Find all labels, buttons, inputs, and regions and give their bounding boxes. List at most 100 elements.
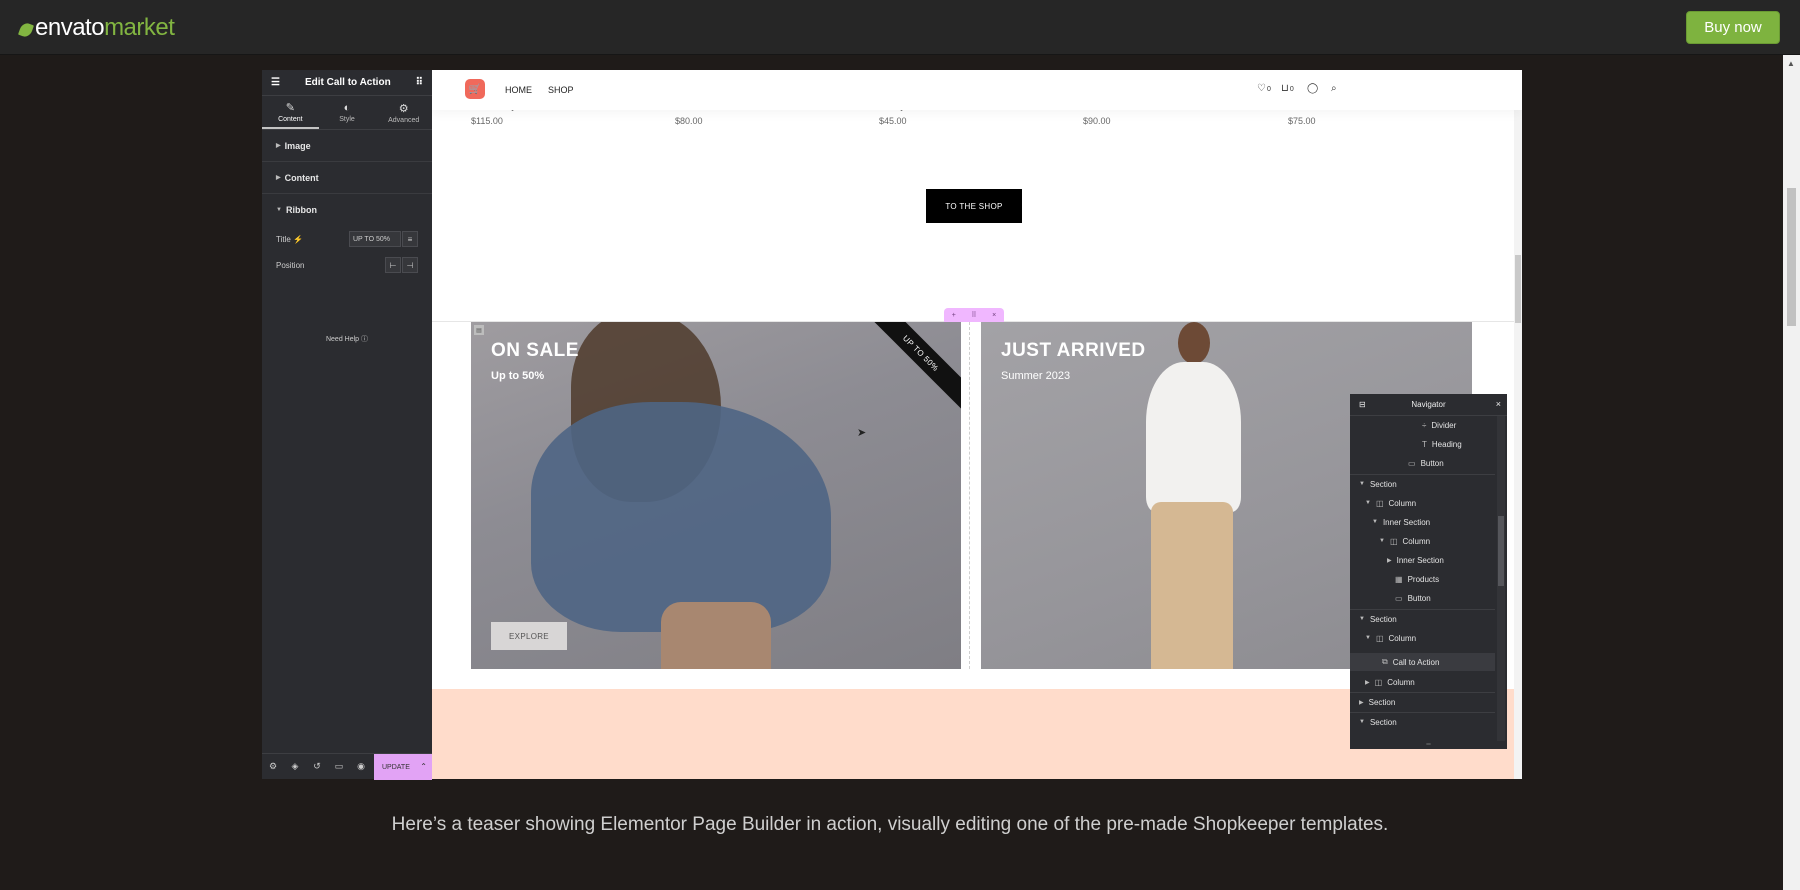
preview-eye-icon[interactable]: ◉ <box>350 761 372 772</box>
nav-item-label: Inner Section <box>1382 517 1431 527</box>
nav-item-section[interactable]: ▼ Section <box>1359 610 1397 628</box>
explore-button[interactable]: EXPLORE <box>491 622 567 650</box>
nav-item-label: Section <box>1369 717 1397 727</box>
scrollbar-thumb[interactable] <box>1787 188 1796 326</box>
button-icon: ▭ <box>1395 593 1403 603</box>
update-label: UPDATE <box>382 763 410 771</box>
nav-item-column[interactable]: ▼ ◫ Column <box>1379 532 1430 550</box>
wishlist-icon[interactable]: ♡0 <box>1257 83 1271 94</box>
scroll-up-icon[interactable]: ▲ <box>1787 59 1795 68</box>
drag-handle-icon[interactable]: ⠿ <box>971 311 976 319</box>
nav-item-button[interactable]: ▭ Button <box>1408 454 1444 472</box>
column-separator <box>969 322 970 669</box>
close-icon[interactable]: × <box>1496 399 1501 409</box>
nav-item-products[interactable]: ▦ Products <box>1395 570 1439 588</box>
site-header: 🛒 HOME SHOP ♡0 ⊔0 ◯ ⌕ <box>432 70 1522 110</box>
preview-scroll-thumb[interactable] <box>1515 255 1521 323</box>
nav-item-column[interactable]: ▼ ◫ Column <box>1365 494 1416 512</box>
resize-handle-icon[interactable]: ═ <box>1350 742 1507 749</box>
tab-content[interactable]: ✎ Content <box>262 96 319 129</box>
product-price: $45.00 <box>879 116 907 126</box>
navigator-scroll-thumb[interactable] <box>1498 516 1504 586</box>
update-button[interactable]: UPDATE ⌃ <box>374 754 432 780</box>
nav-shop[interactable]: SHOP <box>548 85 574 95</box>
nav-item-label: Button <box>1420 458 1444 468</box>
dynamic-db-icon[interactable]: ≡ <box>402 231 418 247</box>
hamburger-icon[interactable]: ☰ <box>271 77 280 88</box>
buy-now-button[interactable]: Buy now <box>1686 11 1780 44</box>
cta-on-sale[interactable]: ▤ ON SALE Up to 50% EXPLORE UP TO 50% <box>471 322 961 669</box>
shop-logo-icon[interactable]: 🛒 <box>465 79 485 99</box>
nav-item-button[interactable]: ▭ Button <box>1395 589 1431 607</box>
tab-advanced[interactable]: ⚙ Advanced <box>375 96 432 129</box>
caret-down-icon[interactable]: ▼ <box>1372 519 1378 525</box>
widgets-grid-icon[interactable]: ⠿ <box>416 77 423 88</box>
pencil-icon: ✎ <box>285 101 295 114</box>
nav-item-divider[interactable]: ÷ Divider <box>1422 416 1456 434</box>
section-content[interactable]: ▶ Content <box>262 162 432 194</box>
preview-scrollbar[interactable] <box>1514 70 1522 779</box>
dynamic-tags-icon[interactable]: ⚡ <box>293 235 303 244</box>
align-right-icon[interactable]: ⊣ <box>402 257 418 273</box>
nav-item-label: Inner Section <box>1396 555 1444 565</box>
tab-style-label: Style <box>339 116 355 123</box>
ribbon-title-input[interactable]: UP TO 50% <box>349 231 401 247</box>
tab-style[interactable]: ◐ Style <box>319 96 376 129</box>
add-icon[interactable]: + <box>952 312 956 319</box>
nav-item-label: Column <box>1388 633 1417 643</box>
nav-item-heading[interactable]: T Heading <box>1422 435 1462 453</box>
nav-item-call-to-action[interactable]: ⧉ Call to Action <box>1382 653 1439 671</box>
navigator-title: Navigator <box>1411 400 1446 409</box>
cta-subtitle: Summer 2023 <box>1001 370 1071 382</box>
collapse-all-icon[interactable]: ⊟ <box>1359 400 1366 409</box>
leaf-icon <box>17 21 35 39</box>
need-help-text: Need Help <box>325 336 360 343</box>
chevron-up-icon[interactable]: ⌃ <box>420 762 427 771</box>
edit-widget-icon[interactable]: ▤ <box>474 325 484 335</box>
caret-down-icon[interactable]: ▼ <box>1359 719 1365 725</box>
ribbon-title-control: Title ⚡ UP TO 50% ≡ <box>262 226 432 252</box>
envato-logo[interactable]: envato market <box>17 14 175 42</box>
to-the-shop-button[interactable]: TO THE SHOP <box>926 189 1022 223</box>
settings-icon[interactable]: ⚙ <box>262 761 284 772</box>
section-ribbon[interactable]: ▼ Ribbon <box>262 194 432 226</box>
navigator-scrollbar[interactable] <box>1497 416 1505 741</box>
close-icon[interactable]: × <box>992 312 996 319</box>
cta-title: ON SALE <box>491 340 579 361</box>
section-handle[interactable]: + ⠿ × <box>944 308 1004 322</box>
caret-down-icon[interactable]: ▼ <box>1365 500 1371 506</box>
nav-item-inner-section[interactable]: ▼ Inner Section <box>1372 513 1430 531</box>
nav-home[interactable]: HOME <box>505 85 532 95</box>
nav-item-inner-section[interactable]: ▶ Inner Section <box>1387 551 1444 569</box>
help-circle-icon: ⓘ <box>361 336 369 343</box>
caret-down-icon[interactable]: ▼ <box>1359 616 1365 622</box>
nav-item-section[interactable]: ▼ Section <box>1359 475 1397 493</box>
account-icon[interactable]: ◯ <box>1307 83 1318 94</box>
search-icon[interactable]: ⌕ <box>1331 83 1337 94</box>
cart-count: 0 <box>1289 86 1294 93</box>
nav-item-column[interactable]: ▶ ◫ Column <box>1365 673 1415 691</box>
caret-right-icon[interactable]: ▶ <box>1359 699 1364 706</box>
nav-item-column[interactable]: ▼ ◫ Column <box>1365 629 1416 647</box>
title-label-text: Title <box>276 234 291 244</box>
responsive-icon[interactable]: ▭ <box>328 761 350 772</box>
need-help-link[interactable]: Need Help ⓘ <box>262 334 432 344</box>
nav-item-section[interactable]: ▼ Section <box>1359 713 1397 731</box>
section-content-label: Content <box>284 172 319 183</box>
section-image[interactable]: ▶ Image <box>262 130 432 162</box>
navigator-header[interactable]: ⊟ Navigator × <box>1350 394 1507 416</box>
caret-down-icon[interactable]: ▼ <box>1359 481 1365 487</box>
button-icon: ▭ <box>1408 458 1416 468</box>
nav-item-label: Section <box>1369 479 1397 489</box>
align-left-icon[interactable]: ⊢ <box>385 257 401 273</box>
cart-icon[interactable]: ⊔0 <box>1281 83 1294 94</box>
history-icon[interactable]: ↺ <box>306 761 328 772</box>
ribbon-position-control: Position ⊢ ⊣ <box>262 252 432 278</box>
caret-right-icon[interactable]: ▶ <box>1387 557 1392 564</box>
nav-item-section[interactable]: ▶ Section <box>1359 693 1395 711</box>
caret-down-icon[interactable]: ▼ <box>1379 538 1385 544</box>
page-scrollbar[interactable]: ▲ <box>1783 55 1800 890</box>
layers-icon[interactable]: ◈ <box>284 761 306 772</box>
caret-down-icon[interactable]: ▼ <box>1365 635 1371 641</box>
caret-right-icon[interactable]: ▶ <box>1365 679 1370 686</box>
